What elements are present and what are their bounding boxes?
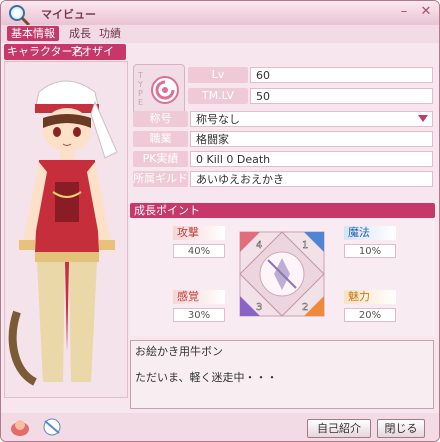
info-panel: T Y P E Lv 60 TM.LV 50 称号 称号なし 職業 格闘家 PK…: [130, 44, 435, 204]
close-icon[interactable]: ✕: [419, 5, 433, 19]
myview-window: マイビュー – ✕ 基本情報 成長 功績 キャラクター名 アオザイ T Y P …: [0, 0, 440, 442]
profile-text[interactable]: お絵かき用牛ボン ただいま、軽く迷走中・・・: [130, 340, 434, 409]
chevron-down-icon: [418, 115, 428, 122]
lv-label: Lv: [188, 67, 248, 83]
magic-label: 魔法: [344, 226, 396, 240]
self-intro-button[interactable]: 自己紹介: [307, 419, 371, 438]
sense-value: 30%: [173, 308, 225, 322]
corner-number-1: 1: [302, 240, 308, 251]
magic-value: 10%: [344, 244, 396, 258]
pk-label: PK実績: [133, 151, 188, 167]
type-letters: T Y P E: [138, 71, 144, 107]
pet-icon[interactable]: [9, 417, 31, 437]
window-title: マイビュー: [41, 8, 96, 21]
bottom-bar: 自己紹介 閉じる: [1, 413, 439, 441]
charm-value: 20%: [344, 308, 396, 322]
tab-bar: 基本情報 成長 功績: [1, 25, 439, 43]
guild-value: あいゆえおえかき: [190, 171, 433, 187]
corner-number-4: 4: [256, 240, 262, 251]
title-select[interactable]: 称号なし: [190, 111, 433, 127]
lv-value: 60: [250, 67, 433, 83]
tmlv-value: 50: [250, 88, 433, 104]
corner-number-2: 2: [302, 302, 308, 313]
job-value: 格闘家: [190, 131, 433, 147]
title-select-value: 称号なし: [196, 113, 240, 126]
character-name-value: アオザイ: [70, 45, 114, 58]
attack-label: 攻撃: [173, 226, 225, 240]
tmlv-label: TM.LV: [188, 88, 248, 104]
type-badge: T Y P E: [133, 64, 185, 116]
tab-basic-info[interactable]: 基本情報: [7, 26, 59, 41]
attack-value: 40%: [173, 244, 225, 258]
charm-label: 魅力: [344, 290, 396, 304]
emotion-icon[interactable]: [41, 417, 63, 437]
growth-points-panel: 攻撃 40% 感覚 30% 魔法 10% 魅力 20% 4 1 3 2: [130, 218, 435, 336]
job-label: 職業: [133, 131, 188, 147]
title-bar[interactable]: マイビュー – ✕: [1, 1, 439, 27]
close-button[interactable]: 閉じる: [377, 419, 425, 438]
character-portrait-image: [8, 80, 118, 386]
guild-label: 所属ギルド: [133, 171, 188, 187]
growth-radar-emblem: 4 1 3 2: [239, 231, 325, 317]
corner-number-3: 3: [256, 302, 262, 313]
growth-points-header: 成長ポイント: [130, 203, 435, 218]
tab-growth[interactable]: 成長: [65, 26, 95, 41]
cute-swirl-icon: [151, 76, 179, 104]
sense-label: 感覚: [173, 290, 225, 304]
pk-value: 0 Kill 0 Death: [190, 151, 433, 167]
minimize-icon[interactable]: –: [397, 5, 411, 19]
character-name-row: キャラクター名 アオザイ: [4, 44, 126, 60]
tab-achievements[interactable]: 功績: [95, 26, 125, 41]
title-label: 称号: [133, 111, 188, 127]
character-portrait: [4, 61, 128, 398]
